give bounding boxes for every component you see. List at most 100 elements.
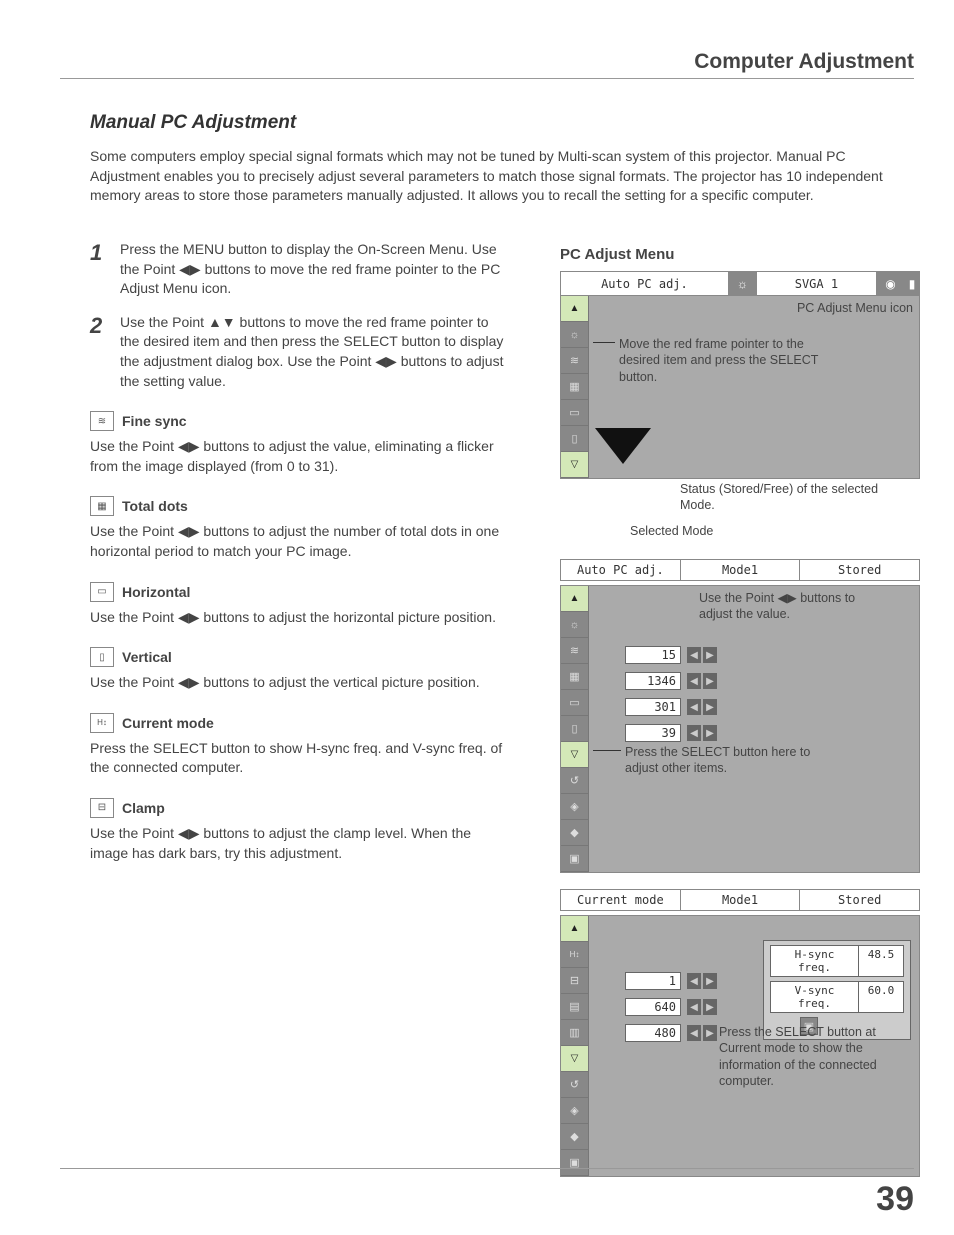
total-dots-icon: ▦ [90,496,114,516]
reset-icon: ↺ [561,1072,588,1098]
adjust-arrows: ◀▶ [687,699,717,715]
left-arrow-icon: ◀ [687,999,701,1015]
right-arrow-icon: ▶ [703,973,717,989]
panel-content: Use the Point ◀▶ buttons to adjust the v… [589,586,919,872]
up-arrow-icon: ▲ [561,916,588,942]
side-icon-column: ▲ ☼ ≋ ▦ ▭ ▯ ▽ [561,296,589,478]
down-arrow-icon: ▽ [561,742,588,768]
total-dots-icon: ▦ [561,664,588,690]
anno-pc-adjust-icon: PC Adjust Menu icon [797,300,913,316]
intro-paragraph: Some computers employ special signal for… [90,147,914,206]
auto-pc-icon: ☼ [561,612,588,638]
display-area-v-icon: ▥ [561,1020,588,1046]
value-row: 15 ◀▶ [595,642,913,668]
right-arrow-icon: ▶ [703,673,717,689]
left-right-arrows-icon: ◀▶ [179,261,201,277]
anno-current-mode: Press the SELECT button at Current mode … [719,1024,899,1089]
left-arrow-icon: ◀ [687,699,701,715]
anno-selected-mode: Selected Mode [630,523,713,539]
pc-adjust-icon: ☼ [729,272,757,295]
item-body: Use the Point ◀▶ buttons to adjust the h… [90,608,505,628]
step-2: 2 Use the Point ▲▼ buttons to move the r… [90,313,505,391]
vsync-label: V-sync freq. [771,982,859,1012]
side-icon-column: ▲ H↕ ⊟ ▤ ▥ ▽ ↺ ◈ ◆ ▣ [561,916,589,1176]
item-title: Fine sync [122,413,187,429]
vertical-icon: ▯ [561,426,588,452]
horizontal-icon: ▭ [90,582,114,602]
item-title: Current mode [122,715,214,731]
auto-pc-icon: ☼ [561,322,588,348]
adjust-arrows: ◀▶ [687,999,717,1015]
nav-icon: ◉ [877,272,905,295]
fine-sync-icon: ≋ [561,348,588,374]
vertical-icon: ▯ [90,647,114,667]
value-vertical: 39 [625,724,681,742]
value-row: 39 ◀▶ [595,720,913,746]
status-cell: Stored [800,560,919,580]
leader-line [593,342,615,343]
fine-sync-icon: ≋ [561,638,588,664]
clamp-icon: ⊟ [90,798,114,818]
adjust-arrows: ◀▶ [687,1025,717,1041]
item-fine-sync: ≋ Fine sync Use the Point ◀▶ buttons to … [90,411,505,476]
section-title: Manual PC Adjustment [90,112,296,134]
adjust-arrows: ◀▶ [687,725,717,741]
value-row: 301 ◀▶ [595,694,913,720]
status-bar-3: Current mode Mode1 Stored [560,889,920,911]
total-dots-icon: ▦ [561,374,588,400]
leader-line [593,750,621,751]
adjust-arrows: ◀▶ [687,673,717,689]
anno-move-frame: Move the red frame pointer to the desire… [619,336,819,385]
store-icon: ◆ [561,820,588,846]
item-title: Total dots [122,498,188,514]
item-body: Use the Point ◀▶ buttons to adjust the v… [90,673,505,693]
panel-content: H-sync freq.48.5 V-sync freq.60.0 ▣ 1 ◀▶… [589,916,919,1176]
right-arrow-icon: ▶ [703,699,717,715]
adjust-arrows: ◀▶ [687,647,717,663]
anno-status: Status (Stored/Free) of the selected Mod… [680,481,880,514]
up-arrow-icon: ▲ [561,296,588,322]
right-arrow-icon: ▶ [703,1025,717,1041]
left-column: 1 Press the MENU button to display the O… [90,240,505,863]
topbar-label: Auto PC adj. [561,272,729,295]
left-arrow-icon: ◀ [687,973,701,989]
value-row: 1346 ◀▶ [595,668,913,694]
value-clamp: 1 [625,972,681,990]
vertical-icon: ▯ [561,716,588,742]
step-number: 2 [90,313,120,391]
menu-panel-1: Auto PC adj. ☼ SVGA 1 ◉ ▮ ▲ ☼ ≋ ▦ ▭ ▯ ▽ … [560,271,920,581]
value-display-v: 480 [625,1024,681,1042]
page-number: 39 [876,1180,914,1219]
status-cell: Mode1 [681,890,801,910]
menu-panel-2: ▲ ☼ ≋ ▦ ▭ ▯ ▽ ↺ ◈ ◆ ▣ Use the Point ◀▶ b… [560,585,920,873]
right-arrow-icon: ▶ [703,725,717,741]
up-down-arrows-icon: ▲▼ [208,314,236,330]
side-icon-column: ▲ ☼ ≋ ▦ ▭ ▯ ▽ ↺ ◈ ◆ ▣ [561,586,589,872]
quit-icon: ▣ [561,846,588,872]
left-right-arrows-icon: ◀▶ [375,353,397,369]
step-part-a: Use the Point [120,314,208,330]
item-body: Use the Point ◀▶ buttons to adjust the n… [90,522,505,561]
step-1: 1 Press the MENU button to display the O… [90,240,505,299]
reset-icon: ↺ [561,768,588,794]
nav-icon-2: ▮ [905,272,919,295]
fine-sync-icon: ≋ [90,411,114,431]
value-fine-sync: 15 [625,646,681,664]
left-arrow-icon: ◀ [687,1025,701,1041]
mode-free-icon: ◈ [561,1098,588,1124]
store-icon: ◆ [561,1124,588,1150]
current-mode-icon: H↕ [90,713,114,733]
anno-use-point: Use the Point ◀▶ buttons to adjust the v… [699,590,869,623]
up-arrow-icon: ▲ [561,586,588,612]
down-arrow-icon: ▽ [561,1046,588,1072]
step-text: Use the Point ▲▼ buttons to move the red… [120,313,505,391]
header-title: Computer Adjustment [694,50,914,74]
item-total-dots: ▦ Total dots Use the Point ◀▶ buttons to… [90,496,505,561]
item-title: Horizontal [122,584,190,600]
mode-free-icon: ◈ [561,794,588,820]
horizontal-icon: ▭ [561,400,588,426]
item-body: Press the SELECT button to show H-sync f… [90,739,505,778]
anno-press-select: Press the SELECT button here to adjust o… [625,744,835,777]
item-current-mode: H↕ Current mode Press the SELECT button … [90,713,505,778]
right-column: PC Adjust Menu Auto PC adj. ☼ SVGA 1 ◉ ▮… [560,246,920,1193]
